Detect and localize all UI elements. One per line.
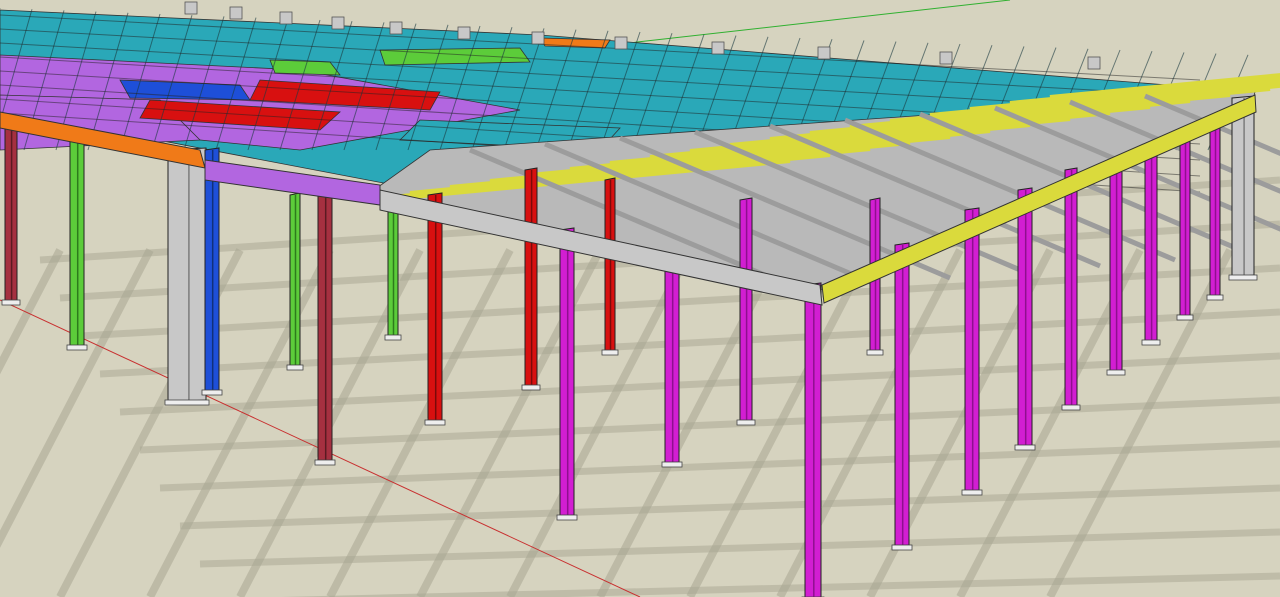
roof-post: [279, 11, 293, 25]
roof-post: [184, 1, 198, 15]
base-plate: [314, 459, 336, 466]
base-plate: [66, 344, 88, 351]
roof-post: [229, 6, 243, 20]
base-plate: [286, 364, 304, 371]
base-plate: [1, 299, 21, 306]
base-plate: [1176, 314, 1194, 321]
base-plate: [384, 334, 402, 341]
base-plate: [164, 399, 210, 406]
base-plate: [891, 544, 913, 551]
roof-post: [939, 51, 953, 65]
magenta-column: [804, 282, 822, 597]
base-plate: [1206, 294, 1224, 301]
base-plate: [1106, 369, 1126, 376]
base-plate: [1014, 444, 1036, 451]
concrete-column: [1231, 95, 1255, 278]
concrete-column: [167, 147, 207, 403]
roof-post: [389, 21, 403, 35]
green-bay-2: [379, 47, 531, 66]
steel-structure-scene[interactable]: [0, 0, 1280, 597]
model-viewport[interactable]: [0, 0, 1280, 597]
roof-post: [531, 31, 545, 45]
roof-post: [457, 26, 471, 40]
base-plate: [1228, 274, 1258, 281]
base-plate: [201, 389, 223, 396]
base-plate: [866, 349, 884, 356]
base-plate: [556, 514, 578, 521]
base-plate: [601, 349, 619, 356]
base-plate: [661, 461, 683, 468]
base-plate: [1141, 339, 1161, 346]
base-plate: [424, 419, 446, 426]
base-plate: [736, 419, 756, 426]
base-plate: [961, 489, 983, 496]
roof-post: [331, 16, 345, 30]
roof-post: [817, 46, 831, 60]
roof-post: [614, 36, 628, 50]
roof-post: [711, 41, 725, 55]
roof-post: [1087, 56, 1101, 70]
base-plate: [1061, 404, 1081, 411]
base-plate: [521, 384, 541, 391]
